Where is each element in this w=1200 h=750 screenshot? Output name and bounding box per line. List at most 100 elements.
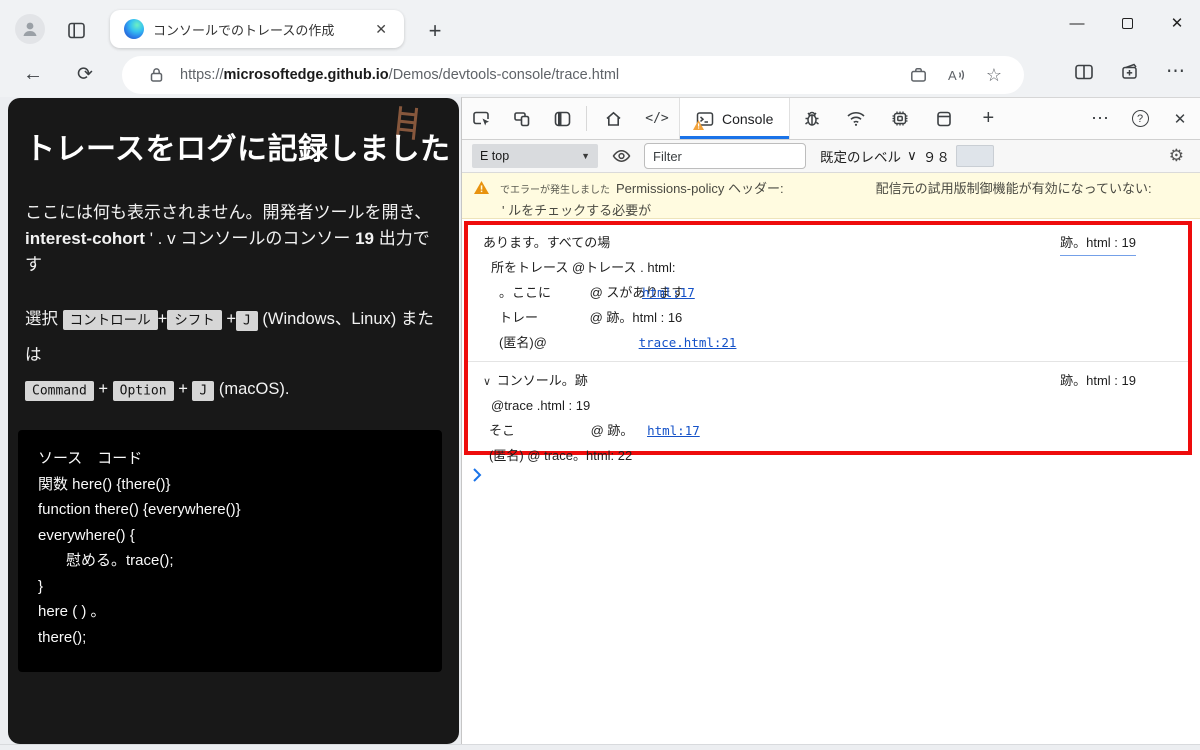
stack-frame-name: 。ここに [499,285,552,300]
focus-mode-icon[interactable] [542,98,582,139]
issues-count: ９８ [922,150,950,165]
source-link[interactable]: trace.html:21 [639,335,737,350]
tab-sources-icon[interactable]: </> [635,98,679,139]
edge-logo-icon [124,19,144,39]
source-link[interactable]: 跡。html : 19 [1060,230,1136,256]
read-aloud-icon[interactable]: A [942,61,970,89]
console-tab-label: Console [722,110,774,127]
code-line: there(); [38,628,87,646]
inspect-element-icon[interactable] [462,98,502,139]
key-j: J [235,310,258,331]
code-line: here ( ) 。 [38,603,106,620]
window-close-button[interactable]: ✕ [1164,10,1190,36]
tab-console[interactable]: Console [679,98,791,139]
window-bottom-edge [0,744,1200,750]
console-filter-input[interactable] [644,143,806,169]
code-block: ソース コード 関数 here() {there()} function the… [18,430,442,672]
key-shift: シフト [167,309,222,330]
context-selector-value: E top [480,149,510,163]
console-prompt[interactable] [472,467,482,483]
person-icon [23,22,37,36]
collections-icon[interactable] [1120,62,1140,81]
stack-frame: 所をトレース @トレース . html: [491,260,676,275]
tab-network-wifi-icon[interactable] [834,98,878,139]
devtools-panel: </> Console + ⋯ ? ✕ E top ▼ Filter 既定のレベ… [461,97,1200,744]
split-screen-icon[interactable] [1074,63,1094,81]
trace-message-text: コンソール。跡 [496,373,588,388]
dropdown-caret-icon: ▼ [581,151,590,161]
levels-label: 既定のレベル [820,150,901,165]
warning-line-2: ' ルをチェックする必要が [502,203,652,218]
window-minimize-button[interactable]: — [1064,10,1090,36]
warning-line-1: でエラーが発生しました Permissions-policy ヘッダー: 配信元の試… [474,178,1190,197]
source-link[interactable]: html:17 [647,423,700,438]
stack-frame-name: そこ [489,423,516,438]
tab-close-button[interactable]: ✕ [370,19,392,40]
stack-frame: @trace .html : 19 [491,398,591,413]
code-line: ソース コード [38,450,143,467]
browser-chrome: コンソールでのトレースの作成 ✕ + — ✕ ← ⟳ https://micro… [0,0,1200,97]
shortcut-label: 選択 [25,310,58,328]
devtools-more-menu-icon[interactable]: ⋯ [1080,108,1120,129]
help-glyph: ? [1131,110,1149,127]
plus-sign: + [157,310,168,328]
maximize-icon [1121,17,1133,29]
stack-frame-at: @ 跡。html : 16 [589,310,683,325]
lock-icon[interactable] [142,61,170,89]
profile-avatar[interactable] [15,14,45,44]
window-maximize-button[interactable] [1114,10,1140,36]
more-tabs-plus-button[interactable]: + [966,98,1010,139]
context-selector-dropdown[interactable]: E top ▼ [472,144,598,168]
console-warning-badge [693,119,704,130]
tab-application-storage-icon[interactable] [922,98,966,139]
console-trace-message[interactable]: ∨ コンソール。跡 跡。html : 19 @trace .html : 19 … [468,361,1188,474]
url-path: /Demos/devtools-console/trace.html [388,67,620,83]
stack-frame-name: (匿名)@ [499,335,547,350]
keyboard-shortcut-line: 選択 コントロール + シフト + J (Windows、Linux) または Com… [25,302,442,408]
chevron-right-icon [473,468,482,482]
tab-debugger-bug-icon[interactable] [790,98,834,139]
macos-label: (macOS). [218,380,290,398]
enterprise-briefcase-icon[interactable] [904,61,932,89]
console-trace-message[interactable]: あります。すべての場 跡。html : 19 所をトレース @トレース . ht… [468,225,1188,361]
refresh-button[interactable]: ⟳ [68,63,102,86]
console-warning-banner: でエラーが発生しました Permissions-policy ヘッダー: 配信元の試… [462,173,1200,219]
url-domain: microsoftedge.github.io [223,67,389,83]
address-bar[interactable]: https://microsoftedge.github.io/Demos/de… [122,56,1024,94]
browser-tab[interactable]: コンソールでのトレースの作成 ✕ [110,10,404,48]
active-tab-indicator [680,136,790,139]
key-j: J [192,380,215,401]
key-option: Option [112,380,174,401]
para-seg: ' . v コンソールのコンソー [144,229,356,248]
live-expression-eye-icon[interactable] [608,149,634,163]
warning-text-b: 配信元の試用版制御機能が有効になっていない: [875,181,1152,196]
browser-menu-icon[interactable]: ⋯ [1166,60,1186,83]
highlighted-console-messages: あります。すべての場 跡。html : 19 所をトレース @トレース . ht… [464,221,1192,463]
stack-frame-name: トレー [499,310,539,325]
console-settings-gear-icon[interactable]: ⚙ [1169,146,1190,166]
para-seg-bold: interest-cohort [25,229,145,248]
url-text: https://microsoftedge.github.io/Demos/de… [180,67,894,83]
code-line: 関数 here() {there()} [38,475,171,493]
issues-counter-box[interactable] [955,145,994,167]
device-emulation-icon[interactable] [502,98,542,139]
new-tab-button[interactable]: + [422,18,448,44]
devtools-help-icon[interactable]: ? [1120,110,1160,127]
tab-actions-icon[interactable] [64,18,88,42]
expand-caret-icon[interactable]: ∨ [483,376,491,388]
plus-sign: + [98,380,109,398]
devtools-close-button[interactable]: ✕ [1160,110,1200,128]
warning-small-text: でエラーが発生しました [500,185,610,196]
back-button[interactable]: ← [16,63,50,86]
favorite-star-icon[interactable]: ☆ [980,61,1008,89]
source-link[interactable]: 跡。html : 19 [1060,368,1136,393]
tab-performance-cpu-icon[interactable] [878,98,922,139]
url-prefix: https:// [180,67,224,83]
code-line: 慰める。trace(); [66,552,174,569]
log-levels-dropdown[interactable]: 既定のレベル ∨ ９８ [820,145,994,167]
para-seg: ここには何も表示されません。開発者ツールを開き、 [25,203,432,222]
tab-title: コンソールでのトレースの作成 [153,22,335,38]
source-link[interactable]: html:17 [642,285,695,300]
devtools-tab-bar: </> Console + ⋯ ? ✕ [462,98,1200,140]
tab-welcome-home-icon[interactable] [591,98,635,139]
